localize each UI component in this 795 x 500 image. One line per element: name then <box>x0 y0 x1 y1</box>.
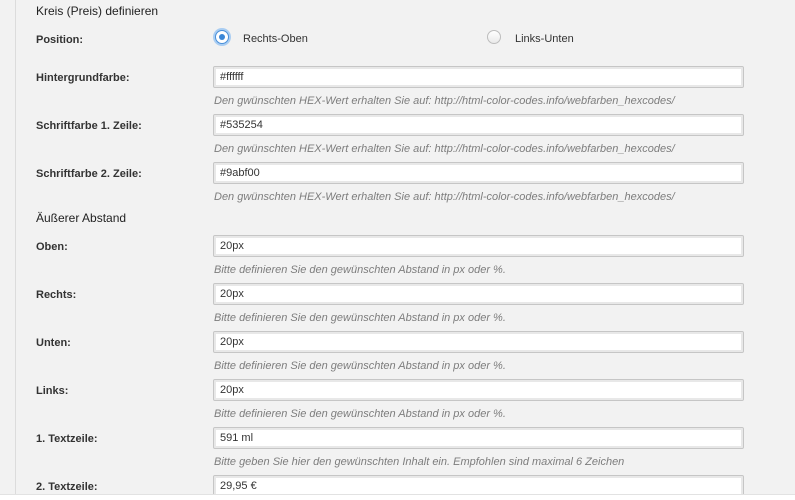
radio-rechts-oben-label[interactable]: Rechts-Oben <box>243 33 308 45</box>
text-line1-label: 1. Textzeile: <box>36 433 98 445</box>
font-color-line2-hint: Den gwünschten HEX-Wert erhalten Sie auf… <box>214 191 675 203</box>
text-line1-hint: Bitte geben Sie hier den gewünschten Inh… <box>214 456 625 468</box>
background-color-hint: Den gwünschten HEX-Wert erhalten Sie auf… <box>214 95 675 107</box>
section-title: Kreis (Preis) definieren <box>36 4 159 18</box>
margin-right-input[interactable]: 20px <box>213 283 744 305</box>
radio-links-unten[interactable] <box>487 30 501 44</box>
radio-rechts-oben[interactable] <box>215 30 229 44</box>
font-color-line2-label: Schriftfarbe 2. Zeile: <box>36 168 142 180</box>
margin-left-label: Links: <box>36 385 69 397</box>
margin-top-hint: Bitte definieren Sie den gewünschten Abs… <box>214 264 506 276</box>
spacing-title: Äußerer Abstand <box>36 211 127 225</box>
radio-links-unten-label[interactable]: Links-Unten <box>515 33 574 45</box>
background-color-input[interactable]: #ffffff <box>213 66 744 88</box>
font-color-line2-input[interactable]: #9abf00 <box>213 162 744 184</box>
margin-bottom-label: Unten: <box>36 337 71 349</box>
position-label: Position: <box>36 34 84 46</box>
margin-bottom-hint: Bitte definieren Sie den gewünschten Abs… <box>214 360 506 372</box>
margin-top-input[interactable]: 20px <box>213 235 744 257</box>
font-color-line1-label: Schriftfarbe 1. Zeile: <box>36 120 142 132</box>
margin-right-hint: Bitte definieren Sie den gewünschten Abs… <box>214 312 506 324</box>
margin-bottom-input[interactable]: 20px <box>213 331 744 353</box>
margin-left-input[interactable]: 20px <box>213 379 744 401</box>
margin-top-label: Oben: <box>36 241 68 253</box>
text-line1-input[interactable]: 591 ml <box>213 427 744 449</box>
font-color-line1-input[interactable]: #535254 <box>213 114 744 136</box>
bottom-strip <box>0 494 795 500</box>
margin-right-label: Rechts: <box>36 289 77 301</box>
margin-left-hint: Bitte definieren Sie den gewünschten Abs… <box>214 408 506 420</box>
text-line2-label: 2. Textzeile: <box>36 481 98 493</box>
font-color-line1-hint: Den gwünschten HEX-Wert erhalten Sie auf… <box>214 143 675 155</box>
background-color-label: Hintergrundfarbe: <box>36 72 130 84</box>
